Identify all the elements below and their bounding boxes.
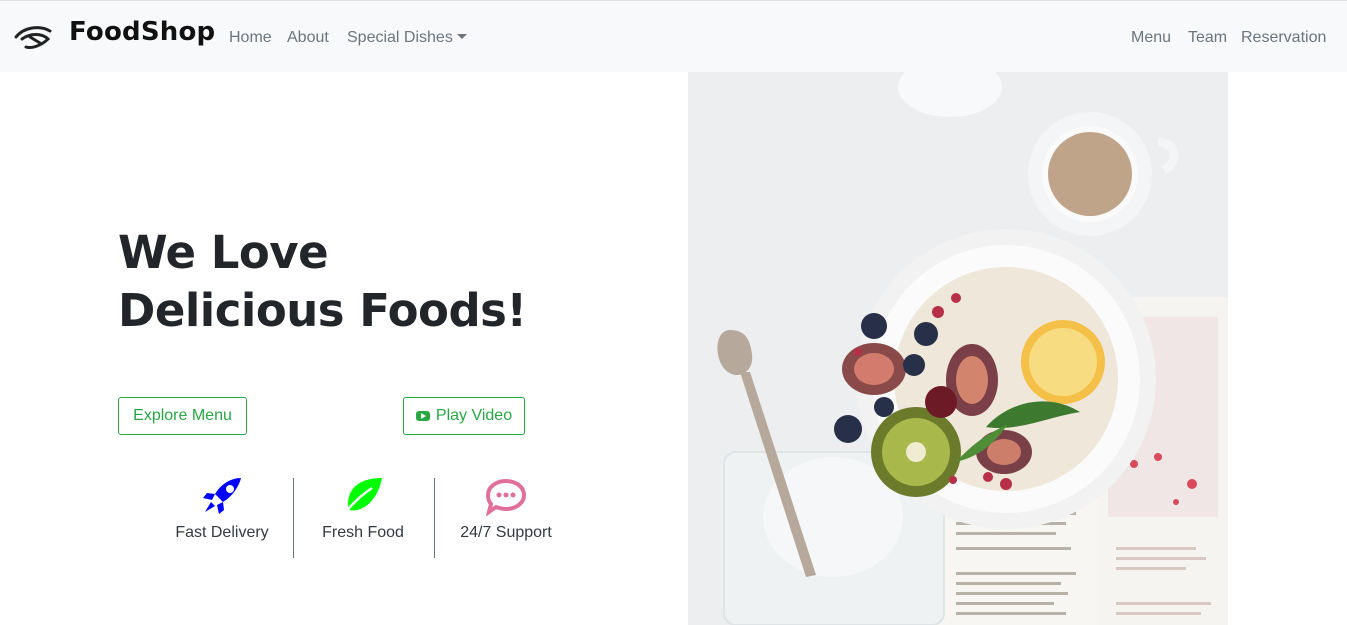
- hero-title-line1: We Love: [118, 226, 329, 279]
- hero-title: We Love Delicious Foods!: [118, 224, 527, 340]
- feature-label: 24/7 Support: [460, 524, 552, 541]
- explore-menu-label: Explore Menu: [133, 407, 232, 424]
- nav-menu[interactable]: Menu: [1131, 29, 1171, 47]
- nav-about[interactable]: About: [287, 29, 329, 47]
- nav-special-dishes-dropdown[interactable]: Special Dishes: [347, 29, 467, 47]
- caret-down-icon: [456, 34, 467, 39]
- breakfast-bowl-photo: [688, 72, 1228, 625]
- play-video-label: Play Video: [435, 407, 513, 424]
- brand-name[interactable]: FoodShop: [69, 17, 215, 47]
- feature-support: 24/7 Support: [452, 476, 560, 560]
- navbar: FoodShop Home About Special Dishes Menu …: [0, 0, 1347, 72]
- rocket-icon: [203, 478, 241, 514]
- nav-special-dishes-label: Special Dishes: [347, 29, 453, 46]
- brand-logo-icon[interactable]: [14, 23, 52, 51]
- chat-bubble-icon: [485, 478, 527, 516]
- breakfast-bowl-illustration: [688, 72, 1228, 625]
- nav-reservation[interactable]: Reservation: [1241, 29, 1326, 47]
- leaf-icon: [343, 478, 382, 515]
- feature-divider: [434, 478, 435, 558]
- feature-label: Fresh Food: [322, 524, 404, 541]
- nav-team[interactable]: Team: [1188, 29, 1227, 47]
- play-video-button[interactable]: Play Video: [403, 397, 525, 435]
- nav-home[interactable]: Home: [229, 29, 272, 47]
- hero-title-line2: Delicious Foods!: [118, 284, 527, 337]
- explore-menu-button[interactable]: Explore Menu: [118, 397, 247, 435]
- feature-fresh-food: Fresh Food: [312, 476, 414, 560]
- feature-label: Fast Delivery: [175, 524, 269, 541]
- youtube-icon: [415, 411, 430, 421]
- feature-fast-delivery: Fast Delivery: [166, 476, 278, 560]
- feature-divider: [293, 478, 294, 558]
